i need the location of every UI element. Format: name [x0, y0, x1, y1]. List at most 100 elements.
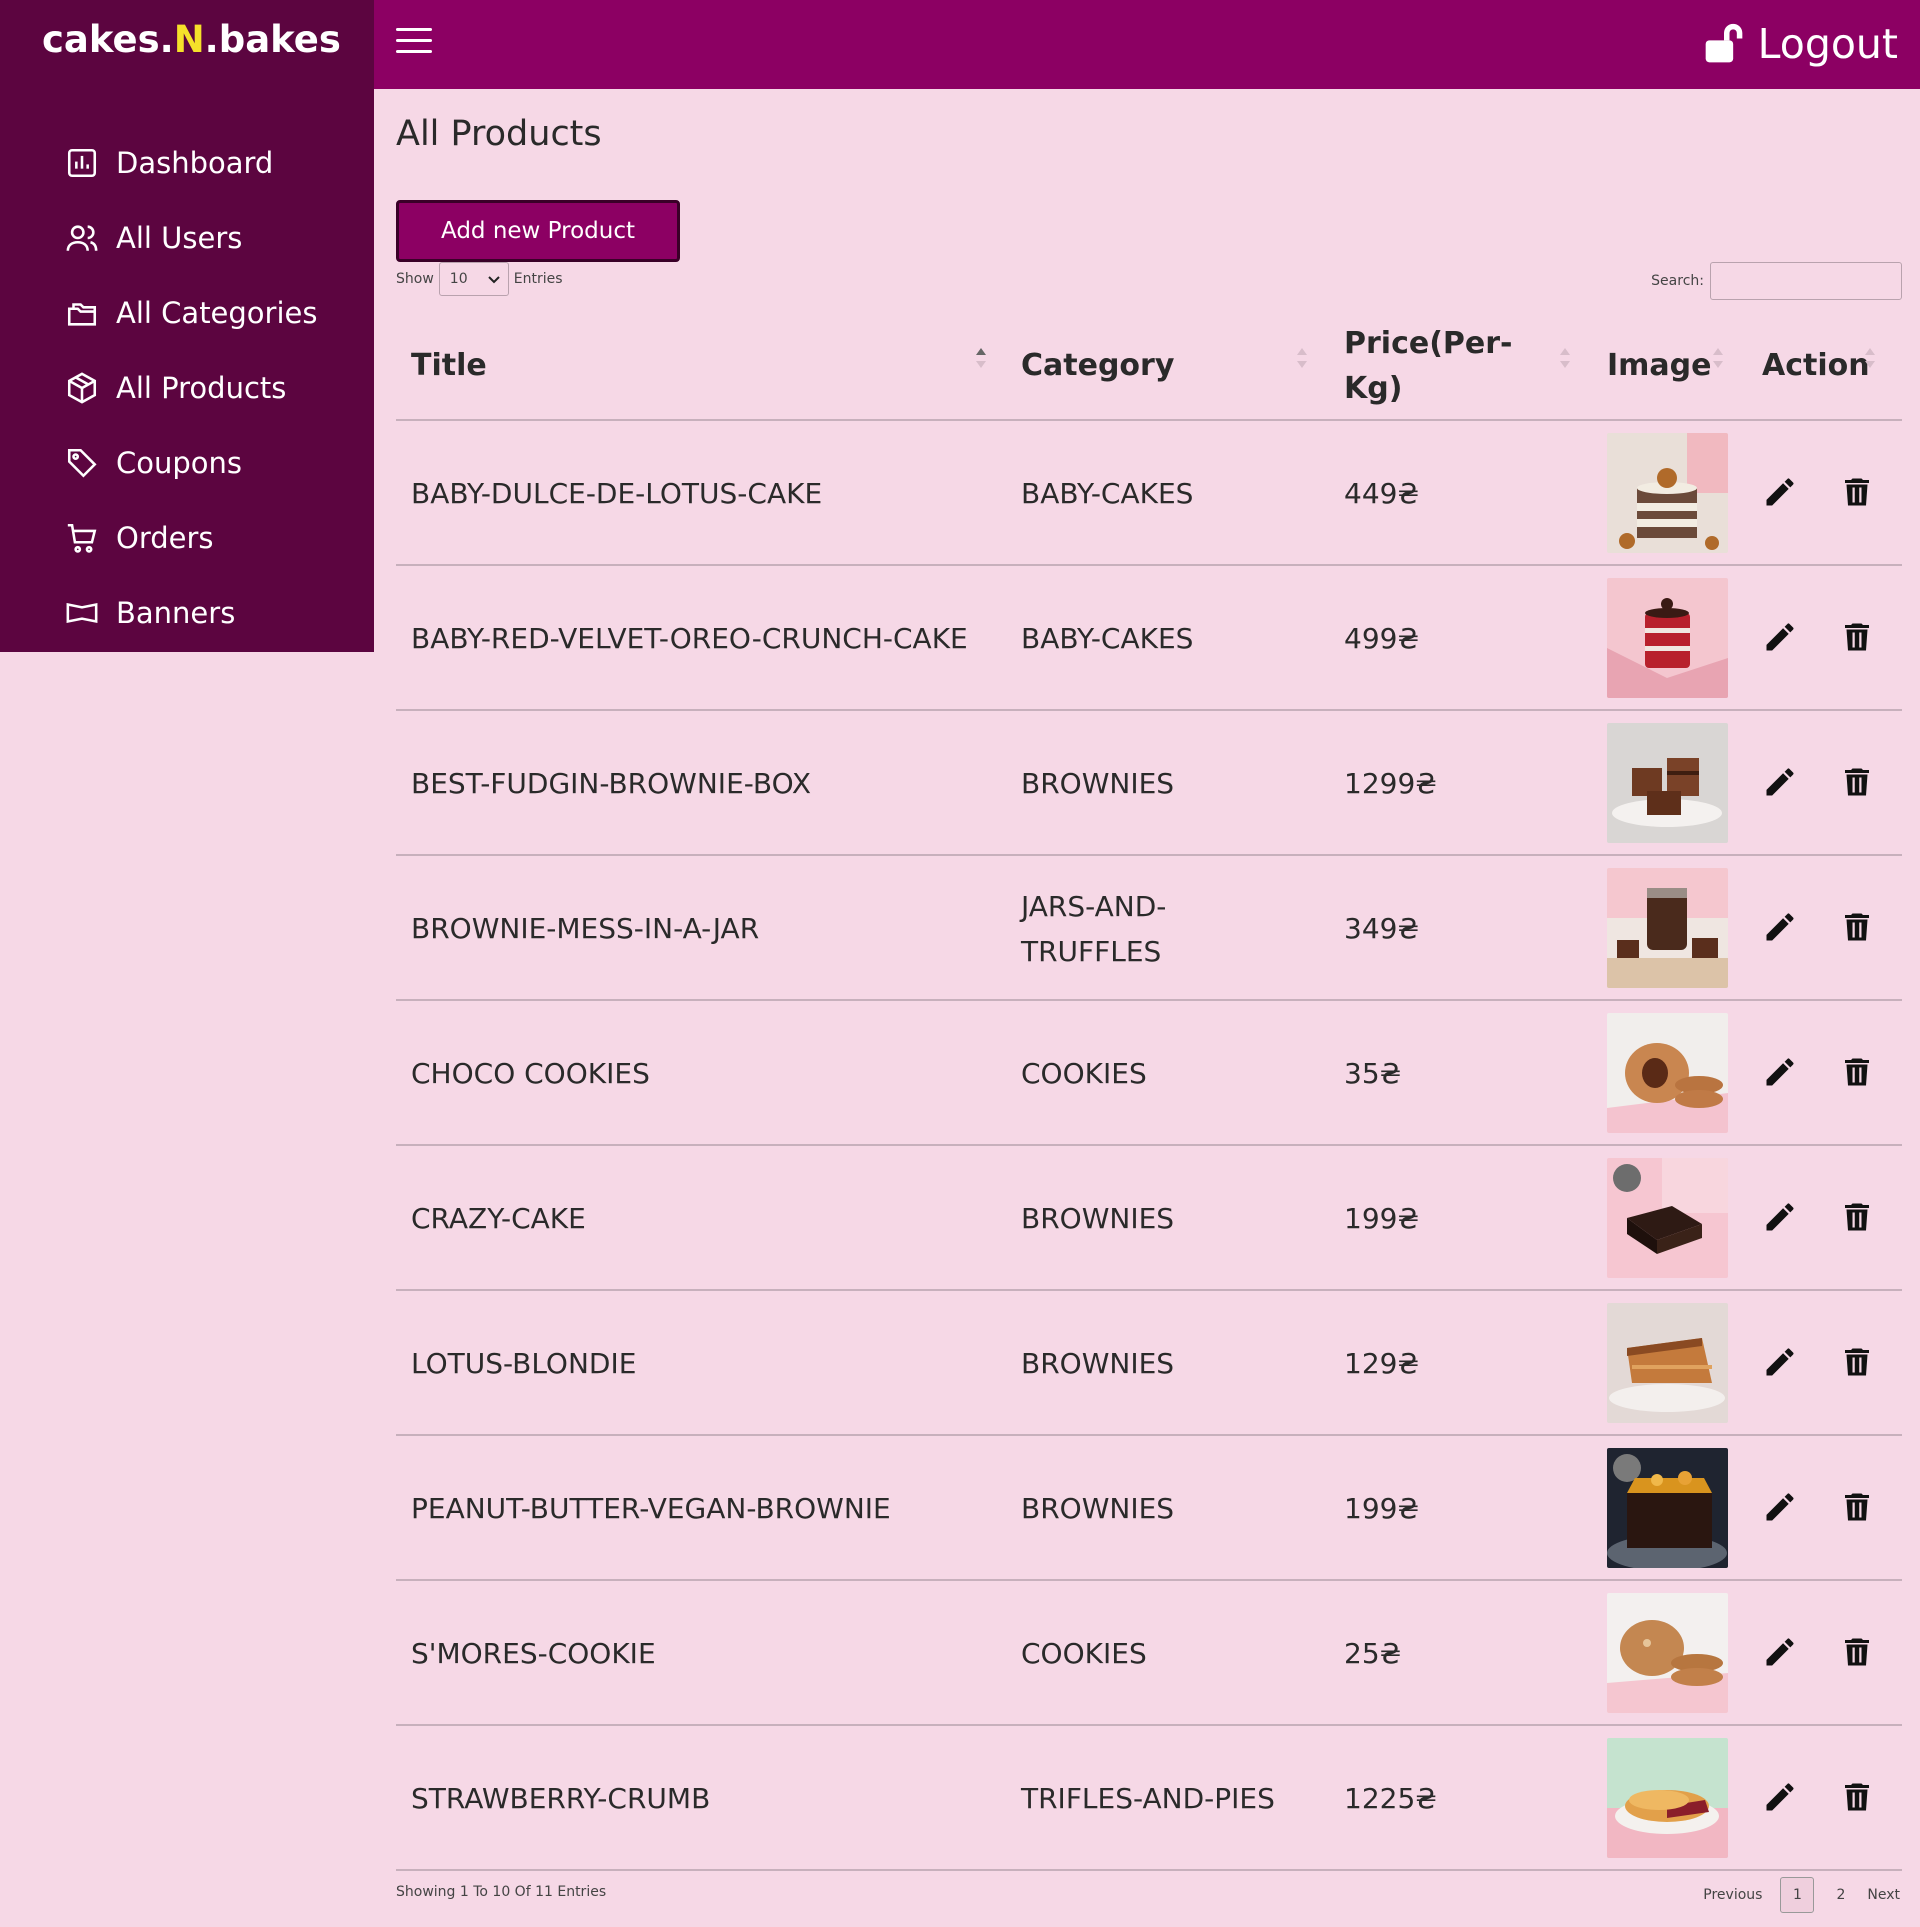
- top-bar: Logout: [374, 0, 1920, 89]
- table-row: BROWNIE-MESS-IN-A-JAR JARS-AND-TRUFFLES …: [396, 856, 1902, 1001]
- chevron-down-icon: [488, 276, 500, 284]
- column-price[interactable]: Price(Per- Kg): [1344, 310, 1513, 421]
- table-body: BABY-DULCE-DE-LOTUS-CAKE BABY-CAKES 449₴…: [396, 421, 1902, 1871]
- table-row: CRAZY-CAKE BROWNIES 199₴: [396, 1146, 1902, 1291]
- previous-page-button[interactable]: Previous: [1703, 1887, 1762, 1903]
- table-info: Showing 1 To 10 Of 11 Entries: [396, 1884, 607, 1900]
- column-action[interactable]: Action: [1762, 310, 1870, 421]
- sidebar-item-banners[interactable]: Banners: [0, 575, 374, 650]
- sidebar-item-label: All Products: [116, 370, 287, 405]
- cell-price: 499₴: [1344, 622, 1420, 655]
- delete-icon[interactable]: [1839, 1489, 1875, 1527]
- sort-icon: [1713, 348, 1723, 368]
- logout-button[interactable]: Logout: [1702, 16, 1898, 72]
- page-button-2[interactable]: 2: [1836, 1887, 1845, 1903]
- table-row: LOTUS-BLONDIE BROWNIES 129₴: [396, 1291, 1902, 1436]
- cell-category: BABY-CAKES: [1021, 477, 1194, 510]
- table-header: Title Category Price(Per- Kg) Image Acti…: [396, 310, 1902, 421]
- cell-price: 25₴: [1344, 1637, 1402, 1670]
- cart-icon: [64, 520, 100, 556]
- sort-icon: [1865, 348, 1875, 368]
- cell-price: 35₴: [1344, 1057, 1402, 1090]
- edit-icon[interactable]: [1762, 764, 1798, 802]
- delete-icon[interactable]: [1839, 1199, 1875, 1237]
- sort-icon: [1560, 348, 1570, 368]
- entries-value: 10: [449, 271, 468, 287]
- sort-icon: [1297, 348, 1307, 368]
- edit-icon[interactable]: [1762, 619, 1798, 657]
- sidebar-item-label: Banners: [116, 595, 236, 630]
- edit-icon[interactable]: [1762, 474, 1798, 512]
- cell-price: 199₴: [1344, 1202, 1420, 1235]
- sidebar-item-coupons[interactable]: Coupons: [0, 425, 374, 500]
- product-image: [1607, 578, 1728, 698]
- delete-icon[interactable]: [1839, 619, 1875, 657]
- delete-icon[interactable]: [1839, 1634, 1875, 1672]
- cell-category: BROWNIES: [1021, 1202, 1175, 1235]
- entries-select[interactable]: 10: [438, 262, 509, 296]
- brand-text-highlight: N: [173, 18, 205, 61]
- cell-category: BROWNIES: [1021, 1347, 1175, 1380]
- add-product-button[interactable]: Add new Product: [396, 200, 680, 262]
- product-image: [1607, 1158, 1728, 1278]
- sidebar-item-label: All Users: [116, 220, 243, 255]
- delete-icon[interactable]: [1839, 1054, 1875, 1092]
- sidebar-item-label: Orders: [116, 520, 214, 555]
- sidebar-item-categories[interactable]: All Categories: [0, 275, 374, 350]
- cell-category: TRIFLES-AND-PIES: [1021, 1782, 1275, 1815]
- page-title: All Products: [396, 114, 602, 154]
- products-table: Title Category Price(Per- Kg) Image Acti…: [396, 310, 1902, 1871]
- delete-icon[interactable]: [1839, 764, 1875, 802]
- edit-icon[interactable]: [1762, 1489, 1798, 1527]
- delete-icon[interactable]: [1839, 474, 1875, 512]
- sidebar-item-products[interactable]: All Products: [0, 350, 374, 425]
- product-image: [1607, 1593, 1728, 1713]
- cell-title: BABY-RED-VELVET-OREO-CRUNCH-CAKE: [411, 622, 968, 655]
- sidebar-item-dashboard[interactable]: Dashboard: [0, 125, 374, 200]
- column-title[interactable]: Title: [411, 310, 487, 421]
- table-row: PEANUT-BUTTER-VEGAN-BROWNIE BROWNIES 199…: [396, 1436, 1902, 1581]
- sidebar-item-users[interactable]: All Users: [0, 200, 374, 275]
- next-page-button[interactable]: Next: [1867, 1887, 1900, 1903]
- cell-price: 199₴: [1344, 1492, 1420, 1525]
- delete-icon[interactable]: [1839, 1779, 1875, 1817]
- sidebar-item-orders[interactable]: Orders: [0, 500, 374, 575]
- search-input[interactable]: [1710, 262, 1902, 300]
- brand-logo[interactable]: cakes.N.bakes: [42, 18, 341, 61]
- column-category[interactable]: Category: [1021, 310, 1174, 421]
- cell-category: COOKIES: [1021, 1637, 1147, 1670]
- tag-icon: [64, 445, 100, 481]
- banner-icon: [64, 595, 100, 631]
- product-image: [1607, 1303, 1728, 1423]
- unlock-icon: [1705, 23, 1742, 63]
- chart-icon: [64, 145, 100, 181]
- search-label: Search:: [1651, 273, 1704, 289]
- table-row: BABY-RED-VELVET-OREO-CRUNCH-CAKE BABY-CA…: [396, 566, 1902, 711]
- cell-title: S'MORES-COOKIE: [411, 1637, 656, 1670]
- table-row: BEST-FUDGIN-BROWNIE-BOX BROWNIES 1299₴: [396, 711, 1902, 856]
- edit-icon[interactable]: [1762, 1634, 1798, 1672]
- hamburger-icon[interactable]: [396, 28, 432, 60]
- delete-icon[interactable]: [1839, 909, 1875, 947]
- sidebar: cakes.N.bakes Dashboard All Users All Ca…: [0, 0, 374, 652]
- users-icon: [64, 220, 100, 256]
- edit-icon[interactable]: [1762, 1344, 1798, 1382]
- cell-price: 349₴: [1344, 912, 1420, 945]
- edit-icon[interactable]: [1762, 1779, 1798, 1817]
- cell-title: PEANUT-BUTTER-VEGAN-BROWNIE: [411, 1492, 891, 1525]
- edit-icon[interactable]: [1762, 1199, 1798, 1237]
- product-image: [1607, 1013, 1728, 1133]
- pagination: Previous 1 2 Next: [1681, 1877, 1900, 1913]
- edit-icon[interactable]: [1762, 909, 1798, 947]
- edit-icon[interactable]: [1762, 1054, 1798, 1092]
- cell-title: CHOCO COOKIES: [411, 1057, 650, 1090]
- page-button-1[interactable]: 1: [1780, 1877, 1815, 1913]
- column-image[interactable]: Image: [1607, 310, 1712, 421]
- table-row: CHOCO COOKIES COOKIES 35₴: [396, 1001, 1902, 1146]
- cell-title: STRAWBERRY-CRUMB: [411, 1782, 711, 1815]
- entries-label: Entries: [513, 271, 563, 287]
- product-image: [1607, 1738, 1728, 1858]
- cell-category: JARS-AND-TRUFFLES: [1021, 889, 1167, 968]
- table-row: BABY-DULCE-DE-LOTUS-CAKE BABY-CAKES 449₴: [396, 421, 1902, 566]
- delete-icon[interactable]: [1839, 1344, 1875, 1382]
